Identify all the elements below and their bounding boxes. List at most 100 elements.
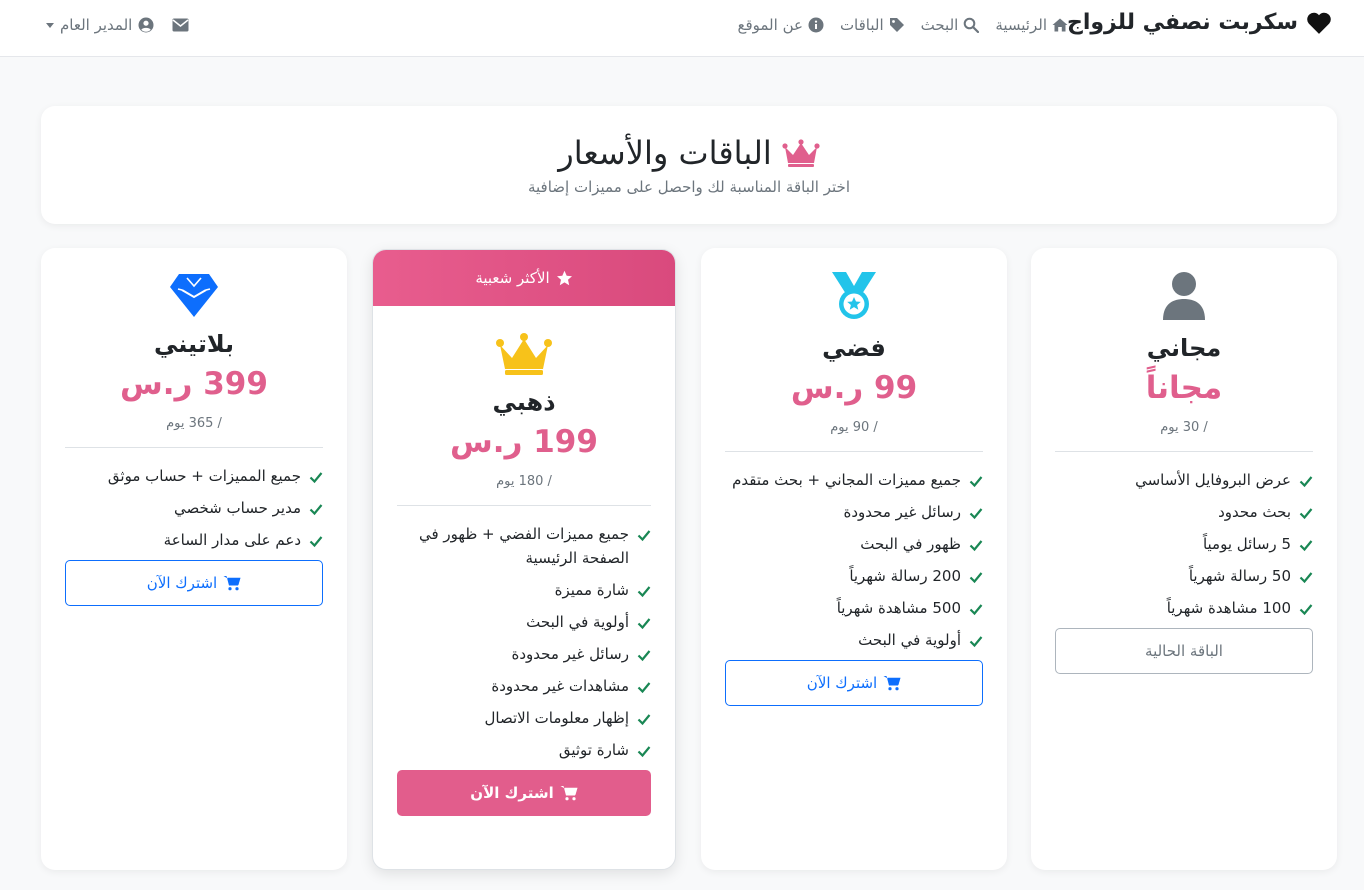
check-icon [969,540,983,552]
subscribe-label: اشترك الآن [146,574,218,592]
feature-text: عرض البروفايل الأساسي [1135,471,1291,489]
feature-text: 200 رسالة شهرياً [849,567,961,585]
check-icon [637,650,651,662]
search-icon [964,17,980,33]
divider [65,447,323,448]
check-icon [637,586,651,598]
check-icon [637,618,651,630]
feature-item: 5 رسائل يومياً [1055,532,1313,556]
feature-item: أولوية في البحث [397,610,651,634]
feature-list: عرض البروفايل الأساسي بحث محدود 5 رسائل … [1055,468,1313,620]
divider [725,451,983,452]
subscribe-label: اشترك الآن [806,674,878,692]
divider [397,505,651,506]
plan-price: 199 ر.س [450,424,598,460]
plan-name: فضي [822,334,886,362]
feature-item: دعم على مدار الساعة [65,528,323,552]
plan-price: 99 ر.س [790,370,918,406]
check-icon [969,636,983,648]
cart-icon [560,786,578,801]
check-icon [969,476,983,488]
subscribe-button-gold[interactable]: اشترك الآن [397,770,651,816]
feature-item: 500 مشاهدة شهرياً [725,596,983,620]
navbar: سكربت نصفي للزواج الرئيسية البحث الباقات… [0,0,1364,57]
page-title-row: الباقات والأسعار [41,134,1337,172]
feature-text: بحث محدود [1218,503,1291,521]
admin-dropdown[interactable]: المدير العام [46,16,154,34]
feature-item: جميع مميزات المجاني + بحث متقدم [725,468,983,492]
check-icon [1299,476,1313,488]
plan-price: مجاناً [1145,370,1223,406]
user-icon [1163,272,1205,320]
subscribe-button-silver[interactable]: اشترك الآن [725,660,983,706]
check-icon [1299,604,1313,616]
check-icon [1299,508,1313,520]
feature-text: رسائل غير محدودة [511,645,629,663]
plan-price: 399 ر.س [120,366,268,402]
page-subtitle: اختر الباقة المناسبة لك واحصل على مميزات… [527,178,850,196]
plan-card-gold: الأكثر شعبية ذهبي 199 ر.س / 180 يوم جميع… [372,249,676,870]
nav-about[interactable]: عن الموقع [737,16,824,34]
nav-search-label: البحث [920,16,959,34]
feature-text: 5 رسائل يومياً [1202,535,1291,553]
feature-list: جميع مميزات المجاني + بحث متقدم رسائل غي… [725,468,983,652]
feature-text: مشاهدات غير محدودة [491,677,629,695]
nav-search[interactable]: البحث [921,16,980,34]
feature-text: ظهور في البحث [860,535,961,553]
cart-icon [883,676,901,691]
feature-text: شارة توثيق [558,741,629,759]
feature-text: أولوية في البحث [526,613,629,631]
page-title: الباقات والأسعار [558,134,772,172]
feature-item: بحث محدود [1055,500,1313,524]
nav-packages[interactable]: الباقات [840,16,905,34]
check-icon [637,746,651,758]
medal-icon [832,272,876,319]
most-popular-badge: الأكثر شعبية [373,250,675,306]
nav-home-label: الرئيسية [995,16,1047,34]
feature-item: مدير حساب شخصي [65,496,323,520]
envelope-icon[interactable] [172,18,189,32]
plan-duration: / 365 يوم [166,416,222,431]
nav-home[interactable]: الرئيسية [995,16,1068,34]
plan-name: بلاتيني [153,330,235,358]
check-icon [637,714,651,726]
feature-text: أولوية في البحث [858,631,961,649]
check-icon [969,604,983,616]
nav-menu: الرئيسية البحث الباقات عن الموقع [737,16,1068,34]
plan-card-silver: فضي 99 ر.س / 90 يوم جميع مميزات المجاني … [701,248,1007,870]
feature-item: جميع مميزات الفضي + ظهور في الصفحة الرئي… [397,522,651,570]
nav-user-area: المدير العام [46,16,189,34]
home-icon [1052,18,1068,32]
nav-about-label: عن الموقع [737,16,803,34]
crown-icon [782,139,820,167]
heart-icon [1307,12,1331,34]
nav-packages-label: الباقات [839,16,884,34]
info-icon [808,17,824,33]
feature-item: أولوية في البحث [725,628,983,652]
feature-item: رسائل غير محدودة [725,500,983,524]
star-icon [556,270,572,285]
most-popular-label: الأكثر شعبية [475,269,550,287]
feature-item: مشاهدات غير محدودة [397,674,651,698]
feature-item: شارة توثيق [397,738,651,762]
plan-name: ذهبي [492,388,556,416]
feature-text: 500 مشاهدة شهرياً [836,599,961,617]
feature-text: دعم على مدار الساعة [163,531,301,549]
plan-duration: / 30 يوم [1160,420,1208,435]
subscribe-button-platinum[interactable]: اشترك الآن [65,560,323,606]
brand-name: سكربت نصفي للزواج [1066,10,1298,35]
feature-item: 50 رسالة شهرياً [1055,564,1313,588]
gem-icon [170,274,218,317]
plan-card-free: مجاني مجاناً / 30 يوم عرض البروفايل الأس… [1031,248,1337,870]
check-icon [309,504,323,516]
check-icon [637,682,651,694]
brand-link[interactable]: سكربت نصفي للزواج [1067,10,1332,35]
feature-list: جميع مميزات الفضي + ظهور في الصفحة الرئي… [397,522,651,762]
divider [1055,451,1313,452]
chevron-down-icon [46,22,54,28]
current-plan-button[interactable]: الباقة الحالية [1055,628,1313,674]
feature-text: 100 مشاهدة شهرياً [1166,599,1291,617]
plan-card-platinum: بلاتيني 399 ر.س / 365 يوم جميع المميزات … [41,248,347,870]
feature-text: جميع مميزات المجاني + بحث متقدم [732,471,961,489]
user-circle-icon [138,17,154,33]
